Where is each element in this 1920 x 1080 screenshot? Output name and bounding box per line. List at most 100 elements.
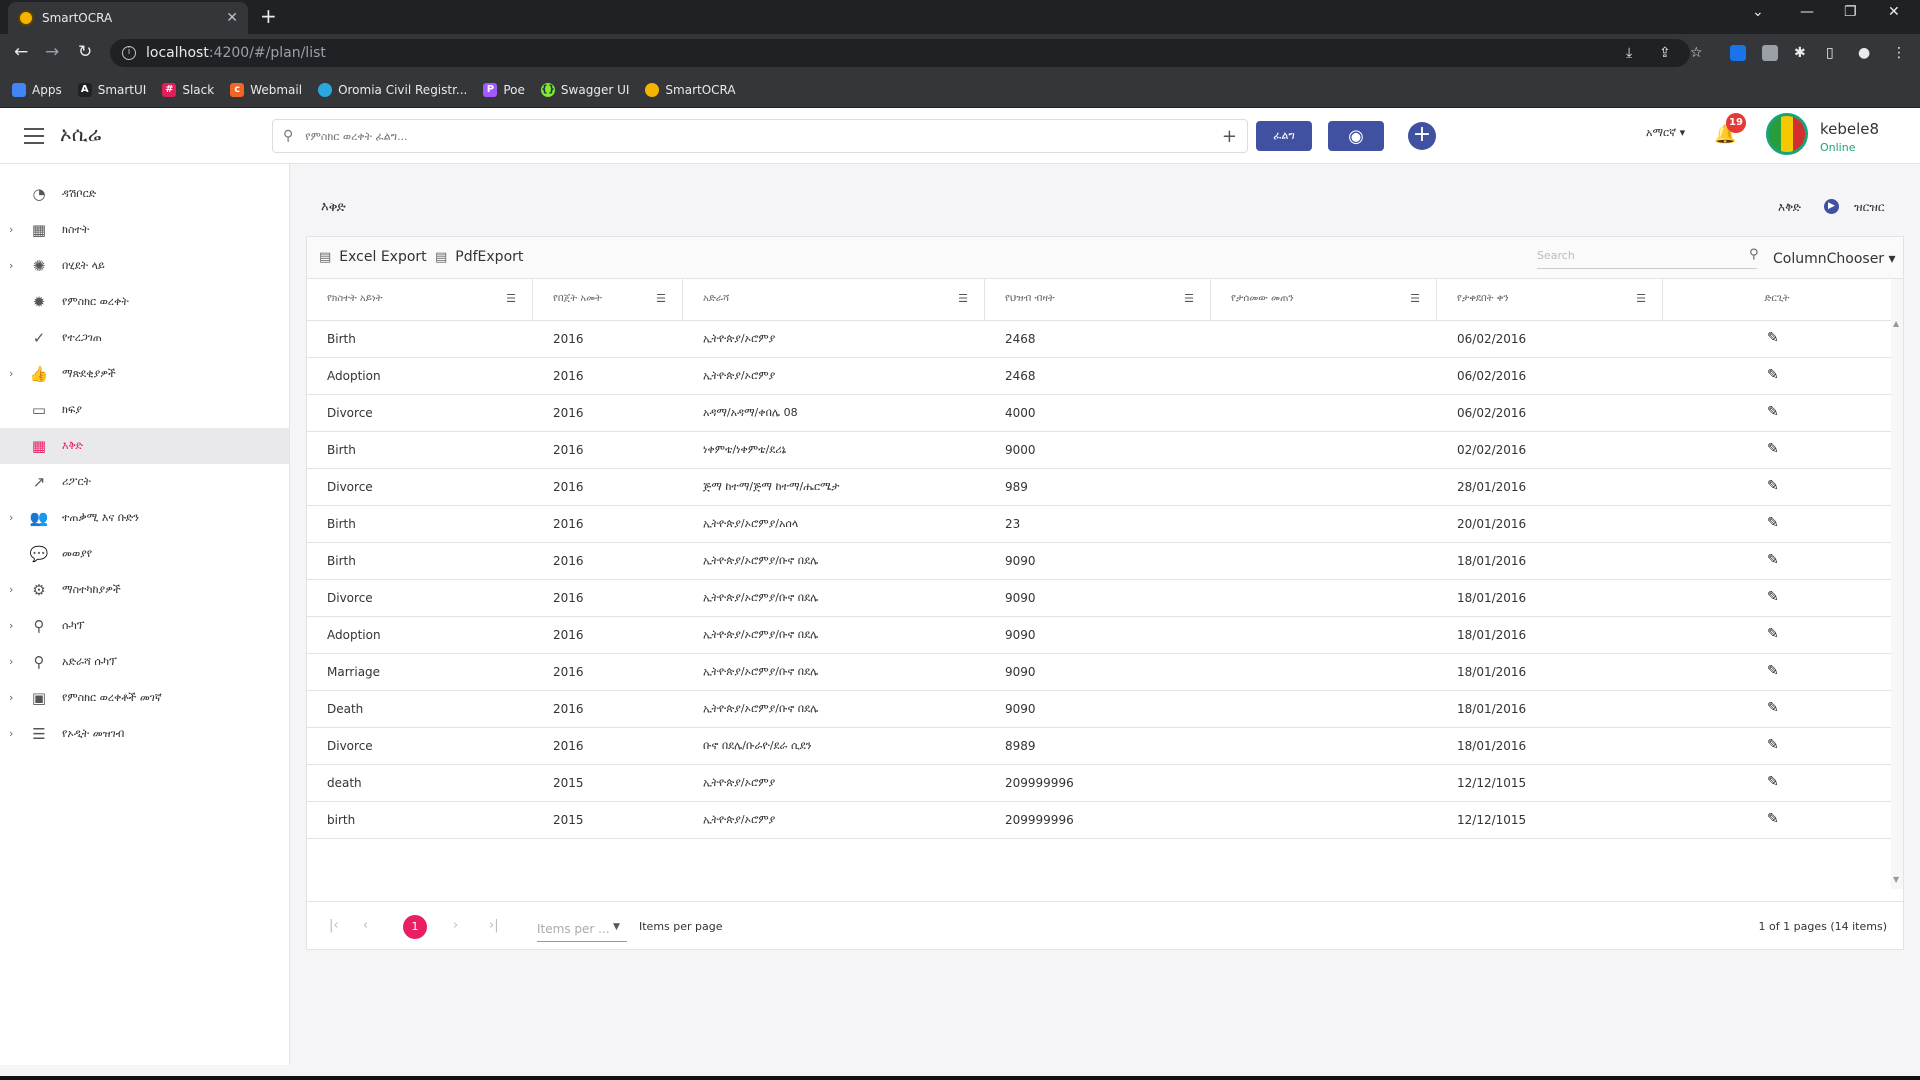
column-chooser-button[interactable]: ColumnChooser ▾ bbox=[1773, 251, 1896, 267]
caret-down-icon[interactable]: ▼ bbox=[613, 922, 620, 932]
chevron-right-icon[interactable]: › bbox=[9, 619, 13, 632]
share-icon[interactable]: ⇪ bbox=[1659, 45, 1671, 61]
table-row[interactable]: Divorce 2016 ኢትዮጵያ/ኦሮምያ/ቡኖ በደሌ 9090 18/01/20… bbox=[307, 580, 1891, 617]
sidebar-item[interactable]: ▦ እቅድ bbox=[0, 428, 289, 464]
sidebar-item[interactable]: › ✺ በሂደት ላይ bbox=[0, 248, 289, 284]
install-icon[interactable]: ⤓ bbox=[1626, 45, 1632, 61]
puzzle-extensions-icon[interactable]: ✱ bbox=[1794, 45, 1806, 61]
table-row[interactable]: Birth 2016 ነቀምቴ/ነቀምቴ/ደሪኔ 9000 02/02/2016 ✎ bbox=[307, 432, 1891, 469]
more-menu-icon[interactable]: ⋮ bbox=[1892, 45, 1906, 61]
table-row[interactable]: Birth 2016 ኢትዮጵያ/ኦሮምያ 2468 06/02/2016 ✎ bbox=[307, 321, 1891, 358]
new-tab-icon[interactable]: + bbox=[260, 6, 277, 26]
forward-arrow-icon[interactable]: → bbox=[45, 43, 59, 61]
sidebar-item[interactable]: › ⚲ ሱካፕ bbox=[0, 608, 289, 644]
filter-icon[interactable]: ☰ bbox=[1410, 292, 1420, 305]
table-row[interactable]: Birth 2016 ኢትዮጵያ/ኦሮምያ/አሰላ 23 20/01/2016 ✎ bbox=[307, 506, 1891, 543]
plus-icon[interactable]: + bbox=[1222, 126, 1237, 147]
chevron-right-icon[interactable]: › bbox=[9, 727, 13, 740]
close-icon[interactable]: ✕ bbox=[226, 10, 238, 26]
restore-icon[interactable]: ❐ bbox=[1844, 4, 1857, 20]
sidebar-item[interactable]: ✹ የምስክር ወረቀት bbox=[0, 284, 289, 320]
table-row[interactable]: Divorce 2016 ቡኖ በደሌ/ቡራዮ/ደራ ሲደን 8989 18/01/20… bbox=[307, 728, 1891, 765]
address-bar[interactable]: i localhost:4200/#/plan/list bbox=[110, 39, 1690, 67]
chevron-right-icon[interactable]: › bbox=[9, 223, 13, 236]
filter-icon[interactable]: ☰ bbox=[656, 292, 666, 305]
table-row[interactable]: birth 2015 ኢትዮጵያ/ኦሮምያ 209999996 12/12/1015 ✎ bbox=[307, 802, 1891, 839]
edit-pencil-icon[interactable]: ✎ bbox=[1767, 441, 1779, 457]
sidebar-item[interactable]: › ⚲ አድራሻ ሱካፕ bbox=[0, 644, 289, 680]
sidebar-item[interactable]: › ☰ የኦዲት መዝገብ bbox=[0, 716, 289, 752]
column-header[interactable]: የህዝብ ብዛት ☰ bbox=[985, 279, 1211, 321]
table-row[interactable]: Marriage 2016 ኢትዮጵያ/ኦሮምያ/ቡኖ በደሌ 9090 18/01/2… bbox=[307, 654, 1891, 691]
prev-page-icon[interactable]: ‹ bbox=[363, 918, 368, 933]
column-header[interactable]: ድርጊት bbox=[1663, 279, 1891, 321]
first-page-icon[interactable]: |‹ bbox=[329, 918, 339, 933]
sidebar-item[interactable]: 💬 መወያየ bbox=[0, 536, 289, 572]
chevron-right-icon[interactable]: › bbox=[9, 259, 13, 272]
breadcrumb-list[interactable]: ዝርዝር bbox=[1854, 200, 1885, 215]
table-row[interactable]: Adoption 2016 ኢትዮጵያ/ኦሮምያ 2468 06/02/2016 ✎ bbox=[307, 358, 1891, 395]
column-header[interactable]: የታሰመው መጠን ☰ bbox=[1211, 279, 1437, 321]
edit-pencil-icon[interactable]: ✎ bbox=[1767, 774, 1779, 790]
sidebar-item[interactable]: › 👍 ማጽደቂያዎች bbox=[0, 356, 289, 392]
scroll-down-icon[interactable]: ▼ bbox=[1893, 875, 1899, 884]
bookmark-swagger[interactable]: {} Swagger UI bbox=[540, 82, 629, 97]
bookmark-slack[interactable]: # Slack bbox=[162, 82, 214, 97]
chevron-down-icon[interactable]: ⌄ bbox=[1752, 4, 1764, 20]
page-number-button[interactable]: 1 bbox=[403, 915, 427, 939]
edit-pencil-icon[interactable]: ✎ bbox=[1767, 589, 1779, 605]
side-panel-icon[interactable]: ▯ bbox=[1826, 45, 1834, 61]
table-row[interactable]: Birth 2016 ኢትዮጵያ/ኦሮምያ/ቡኖ በደሌ 9090 18/01/2016… bbox=[307, 543, 1891, 580]
sidebar-item[interactable]: › 👥 ተጠቃሚ እና ቡድን bbox=[0, 500, 289, 536]
edit-pencil-icon[interactable]: ✎ bbox=[1767, 367, 1779, 383]
profile-icon[interactable]: ● bbox=[1858, 45, 1870, 61]
filter-icon[interactable]: ☰ bbox=[1184, 292, 1194, 305]
vertical-scrollbar[interactable]: ▲ ▼ bbox=[1891, 279, 1903, 889]
next-page-icon[interactable]: › bbox=[453, 918, 458, 933]
edit-pencil-icon[interactable]: ✎ bbox=[1767, 552, 1779, 568]
sidebar-item[interactable]: ▭ ክፍያ bbox=[0, 392, 289, 428]
add-circle-button[interactable]: + bbox=[1408, 122, 1436, 150]
bookmark-apps[interactable]: Apps bbox=[12, 82, 62, 97]
scroll-up-icon[interactable]: ▲ bbox=[1893, 319, 1899, 328]
sidebar-item[interactable]: › ▦ ክስተት bbox=[0, 212, 289, 248]
edit-pencil-icon[interactable]: ✎ bbox=[1767, 626, 1779, 642]
grid-search-input[interactable]: Search bbox=[1537, 245, 1757, 269]
filter-icon[interactable]: ☰ bbox=[958, 292, 968, 305]
chevron-right-icon[interactable]: › bbox=[9, 583, 13, 596]
table-row[interactable]: Death 2016 ኢትዮጵያ/ኦሮምያ/ቡኖ በደሌ 9090 18/01/2016… bbox=[307, 691, 1891, 728]
column-header[interactable]: የበጀት አመት ☰ bbox=[533, 279, 683, 321]
minimize-icon[interactable]: — bbox=[1800, 4, 1814, 20]
certificate-search-input[interactable] bbox=[305, 129, 1222, 143]
sidebar-item[interactable]: › ⚙ ማስተካከያዎች bbox=[0, 572, 289, 608]
edit-pencil-icon[interactable]: ✎ bbox=[1767, 663, 1779, 679]
search-button[interactable]: ፈልግ bbox=[1256, 121, 1312, 151]
edit-pencil-icon[interactable]: ✎ bbox=[1767, 700, 1779, 716]
window-close-icon[interactable]: ✕ bbox=[1888, 4, 1900, 20]
extension-fi-icon[interactable] bbox=[1730, 45, 1746, 61]
hamburger-menu-icon[interactable] bbox=[24, 128, 44, 144]
edit-pencil-icon[interactable]: ✎ bbox=[1767, 404, 1779, 420]
fingerprint-button[interactable]: ◉ bbox=[1328, 121, 1384, 151]
bookmark-smartui[interactable]: A SmartUI bbox=[77, 82, 146, 97]
bookmark-star-icon[interactable]: ☆ bbox=[1690, 45, 1703, 61]
filter-icon[interactable]: ☰ bbox=[506, 292, 516, 305]
chevron-right-icon[interactable]: › bbox=[9, 655, 13, 668]
sidebar-item[interactable]: › ▣ የምስክር ወረቀቶች መገኛ bbox=[0, 680, 289, 716]
bookmark-oromia[interactable]: Oromia Civil Registr... bbox=[318, 82, 467, 97]
chevron-right-icon[interactable]: › bbox=[9, 691, 13, 704]
column-header[interactable]: የታቀደበት ቀን ☰ bbox=[1437, 279, 1663, 321]
edit-pencil-icon[interactable]: ✎ bbox=[1767, 737, 1779, 753]
sidebar-item[interactable]: ◔ ዳሽቦርድ bbox=[0, 176, 289, 212]
excel-export-button[interactable]: ▤ Excel Export bbox=[319, 249, 427, 265]
edit-pencil-icon[interactable]: ✎ bbox=[1767, 478, 1779, 494]
chevron-right-icon[interactable]: › bbox=[9, 367, 13, 380]
last-page-icon[interactable]: ›| bbox=[489, 918, 499, 933]
breadcrumb-current[interactable]: እቅድ bbox=[1778, 200, 1801, 215]
table-row[interactable]: Adoption 2016 ኢትዮጵያ/ኦሮምያ/ቡኖ በደሌ 9090 18/01/2… bbox=[307, 617, 1891, 654]
extension-photo-icon[interactable] bbox=[1762, 45, 1778, 61]
bookmark-smartocra[interactable]: SmartOCRA bbox=[645, 82, 736, 97]
sidebar-item[interactable]: ✓ የተረጋገጠ bbox=[0, 320, 289, 356]
bookmark-poe[interactable]: P Poe bbox=[483, 82, 525, 97]
search-icon[interactable]: ⚲ bbox=[1749, 247, 1759, 262]
